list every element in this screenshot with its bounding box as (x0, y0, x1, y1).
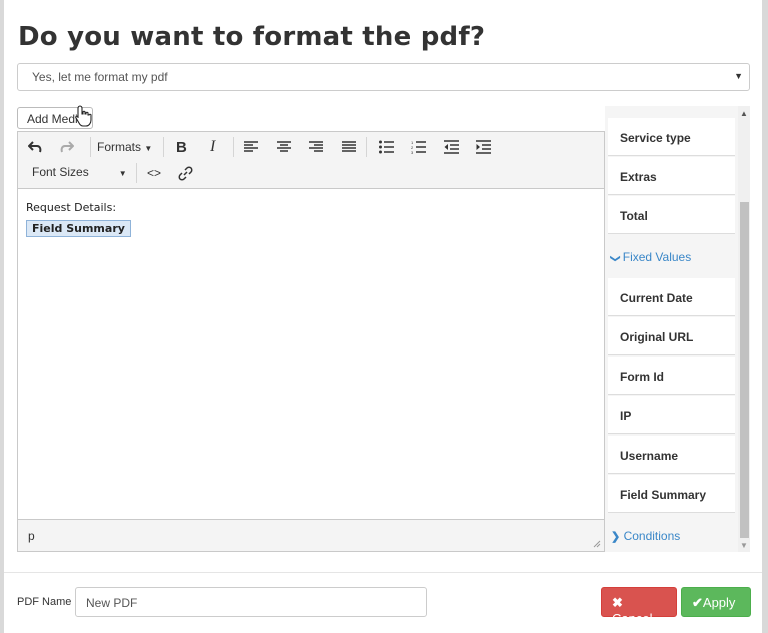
scrollbar-thumb[interactable] (740, 202, 749, 538)
check-icon: ✔ (692, 595, 703, 610)
outdent-icon[interactable] (444, 140, 459, 154)
fixed-values-label: Fixed Values (622, 250, 692, 264)
link-icon[interactable] (178, 166, 193, 181)
cancel-button[interactable]: ✖ Cancel (601, 587, 677, 626)
modal-backdrop-right (762, 0, 768, 633)
bold-icon[interactable]: B (176, 139, 187, 156)
sidebar-item-service-type[interactable]: Service type (608, 118, 735, 156)
caret-down-icon: ▼ (144, 144, 153, 153)
apply-label: Apply (702, 595, 736, 610)
sidebar-item-username[interactable]: Username (608, 436, 735, 474)
pdf-name-label: PDF Name (17, 596, 72, 608)
caret-down-icon: ▼ (118, 169, 127, 178)
element-path[interactable]: p (28, 529, 35, 543)
formats-label: Formats (97, 140, 142, 154)
sidebar-scrollbar[interactable]: ▲ ▼ (738, 106, 750, 552)
chevron-right-icon: ❯ (611, 531, 621, 543)
formats-dropdown[interactable]: Formats ▼ (97, 140, 152, 154)
dialog-title: Do you want to format the pdf? (18, 22, 486, 52)
bullet-list-icon[interactable] (379, 140, 394, 154)
sidebar-item-field-summary[interactable]: Field Summary (608, 475, 735, 513)
editor-toolbar: Formats ▼ B I 123 Font Sizes ▼ <> (18, 132, 604, 189)
select-caret-icon: ▼ (734, 71, 743, 81)
chevron-down-icon: ❯ (609, 254, 621, 263)
rich-text-editor: Formats ▼ B I 123 Font Sizes ▼ <> Request… (17, 131, 605, 552)
editor-statusbar: p (18, 519, 604, 551)
align-justify-icon[interactable] (342, 141, 356, 153)
apply-button[interactable]: ✔Apply (681, 587, 751, 617)
conditions-label: Conditions (623, 529, 681, 543)
fixed-values-header[interactable]: ❯ Fixed Values (609, 250, 692, 264)
source-code-icon[interactable]: <> (147, 166, 161, 180)
pdf-name-input[interactable]: New PDF (75, 587, 427, 617)
sidebar-item-current-date[interactable]: Current Date (608, 278, 735, 316)
request-details-text: Request Details: (26, 201, 117, 214)
sidebar-item-form-id[interactable]: Form Id (608, 357, 735, 395)
indent-icon[interactable] (476, 140, 491, 154)
toolbar-separator (90, 137, 91, 157)
align-left-icon[interactable] (244, 141, 258, 153)
field-summary-tag[interactable]: Field Summary (26, 220, 131, 237)
field-sidebar: Service type Extras Total ❯ Fixed Values… (605, 106, 738, 552)
scroll-down-icon[interactable]: ▼ (740, 541, 748, 550)
sidebar-item-extras[interactable]: Extras (608, 157, 735, 195)
format-choice-select[interactable]: Yes, let me format my pdf ▼ (17, 63, 750, 91)
resize-grip-icon[interactable] (593, 540, 601, 548)
numbered-list-icon[interactable]: 123 (411, 140, 426, 154)
scroll-up-icon[interactable]: ▲ (740, 109, 748, 118)
conditions-header[interactable]: ❯ Conditions (611, 529, 680, 543)
toolbar-separator (233, 137, 234, 157)
sidebar-item-total[interactable]: Total (608, 196, 735, 234)
sidebar-item-ip[interactable]: IP (608, 396, 735, 434)
hand-cursor-icon (75, 105, 92, 127)
footer-divider (4, 572, 762, 573)
editor-content[interactable]: Request Details: Field Summary (18, 189, 604, 249)
format-pdf-dialog: Do you want to format the pdf? Yes, let … (4, 0, 762, 633)
toolbar-separator (163, 137, 164, 157)
svg-text:3: 3 (411, 150, 414, 154)
align-right-icon[interactable] (309, 141, 323, 153)
sidebar-item-original-url[interactable]: Original URL (608, 317, 735, 355)
toolbar-separator (366, 137, 367, 157)
toolbar-separator (136, 163, 137, 183)
italic-icon[interactable]: I (210, 138, 215, 156)
format-choice-value: Yes, let me format my pdf (32, 70, 168, 84)
align-center-icon[interactable] (277, 141, 291, 153)
undo-icon[interactable] (28, 140, 42, 154)
font-sizes-dropdown[interactable]: Font Sizes ▼ (32, 165, 127, 179)
redo-icon[interactable] (60, 140, 74, 154)
cancel-label: Cancel (612, 611, 653, 626)
font-sizes-label: Font Sizes (32, 165, 89, 179)
close-icon: ✖ (612, 595, 623, 610)
